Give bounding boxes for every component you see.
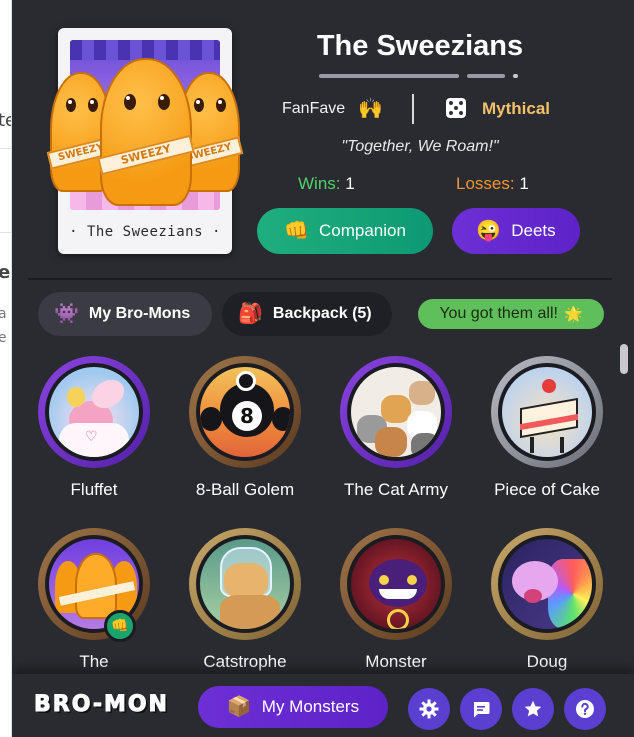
space-invader-icon: 👾 (54, 303, 79, 325)
background-divider (0, 148, 11, 149)
monster-ring (491, 528, 603, 640)
settings-icon (419, 699, 439, 719)
losses-label: Losses: (456, 174, 515, 193)
record-stats: Wins: 1 Losses: 1 (252, 174, 588, 196)
fanfave-label: FanFave (282, 100, 346, 117)
sweezy-band: SWEEZY (97, 134, 195, 176)
companion-button[interactable]: 👊 Companion (257, 208, 433, 254)
monster-ring (340, 528, 452, 640)
scrollbar-thumb[interactable] (620, 344, 628, 374)
background-text: te (0, 110, 11, 131)
monster-name: 8-Ball Golem (195, 480, 295, 499)
losses-stat: Losses: 1 (456, 174, 529, 194)
tab-backpack[interactable]: 🎒 Backpack (5) (222, 292, 392, 336)
bromon-extension-panel: · The Sweezians · SWEEZY SWEEZY SWEEZY T… (12, 0, 634, 737)
monster-ring: ♡ (38, 356, 150, 468)
monster-card-fluffet[interactable]: ♡ Fluffet (24, 356, 164, 500)
tab-my-bromons[interactable]: 👾 My Bro-Mons (38, 292, 212, 336)
background-divider (0, 232, 11, 233)
card-caption: · The Sweezians · (69, 224, 221, 240)
star-icon (524, 700, 542, 717)
background-text: a (0, 306, 7, 322)
favorites-button[interactable] (512, 688, 554, 730)
8-ball-golem-avatar: 8 (196, 363, 294, 461)
companion-button-label: Companion (318, 221, 406, 240)
winking-face-icon: 😜 (476, 220, 502, 242)
background-text: e (0, 262, 10, 283)
deets-button-label: Deets (511, 221, 556, 240)
eight-ball-number: 8 (232, 401, 262, 431)
card-stripe (70, 40, 220, 60)
monster-card-catstrophe[interactable]: Catstrophe (175, 528, 315, 672)
team-motto: "Together, We Roam!" (341, 138, 499, 155)
background-page: te e a e (0, 0, 12, 737)
collection-complete-badge: You got them all! 🌟 (418, 299, 604, 329)
fist-icon: 👊 (111, 618, 129, 634)
background-text: e (0, 330, 7, 346)
monster-name: Fluffet (70, 480, 118, 499)
fluffet-avatar: ♡ (45, 363, 143, 461)
catstrophe-avatar (196, 535, 294, 633)
monster-ring (189, 528, 301, 640)
help-button[interactable] (564, 688, 606, 730)
settings-button[interactable] (408, 688, 450, 730)
raised-hands-icon: 🙌 (358, 96, 383, 120)
monster-card-doug[interactable]: Doug (477, 528, 617, 672)
team-name: The Sweezians (316, 30, 524, 62)
box-icon: 📦 (226, 696, 252, 718)
monster-name: Monster (365, 652, 427, 671)
monster-card-the-cat-army[interactable]: The Cat Army (326, 356, 466, 500)
chat-icon (473, 702, 490, 718)
help-icon (576, 700, 594, 718)
monster-name: The (79, 652, 109, 671)
monster-name: The Cat Army (344, 480, 448, 499)
wins-value: 1 (345, 174, 355, 193)
doug-avatar (498, 535, 596, 633)
monster-name: Catstrophe (203, 652, 287, 671)
tab-backpack-label: Backpack (5) (272, 305, 372, 322)
my-monsters-button[interactable]: 📦 My Monsters (198, 686, 388, 728)
bromon-logo[interactable]: BRO-MON (34, 692, 169, 718)
dice-icon (446, 98, 466, 118)
companion-badge: 👊 (104, 610, 136, 642)
monster-card-monster[interactable]: Monster (326, 528, 466, 672)
footer-bar: BRO-MON 📦 My Monsters (12, 674, 634, 737)
piece-of-cake-avatar (498, 363, 596, 461)
rarity-label: Mythical (482, 99, 551, 118)
monster-ring: 8 (189, 356, 301, 468)
sparkle-icon: 🌟 (563, 305, 583, 323)
toast-text: You got them all! (439, 305, 558, 322)
losses-value: 1 (519, 174, 529, 193)
deets-button[interactable]: 😜 Deets (452, 208, 580, 254)
monster-card-piece-of-cake[interactable]: Piece of Cake (477, 356, 617, 500)
meta-divider (412, 94, 414, 124)
monster-card-the-sweezians[interactable]: 👊 The (24, 528, 164, 672)
section-divider (28, 278, 612, 280)
sweezy-figure-center: SWEEZY (97, 58, 195, 206)
wins-stat: Wins: 1 (298, 174, 355, 194)
fist-icon: 👊 (284, 220, 309, 242)
backpack-icon: 🎒 (238, 303, 263, 325)
monster-avatar (347, 535, 445, 633)
monster-card-8-ball-golem[interactable]: 8 8-Ball Golem (175, 356, 315, 500)
cat-army-avatar (347, 363, 445, 461)
monster-name: Piece of Cake (494, 480, 600, 499)
tab-my-bromons-label: My Bro-Mons (88, 305, 191, 322)
wins-label: Wins: (298, 174, 341, 193)
monster-ring (340, 356, 452, 468)
my-monsters-label: My Monsters (261, 697, 360, 716)
sweezians-art: SWEEZY SWEEZY SWEEZY (46, 58, 248, 218)
monster-ring (491, 356, 603, 468)
meta-row: FanFave 🙌 Mythical (276, 94, 576, 126)
chat-button[interactable] (460, 688, 502, 730)
monster-name: Doug (526, 652, 568, 671)
